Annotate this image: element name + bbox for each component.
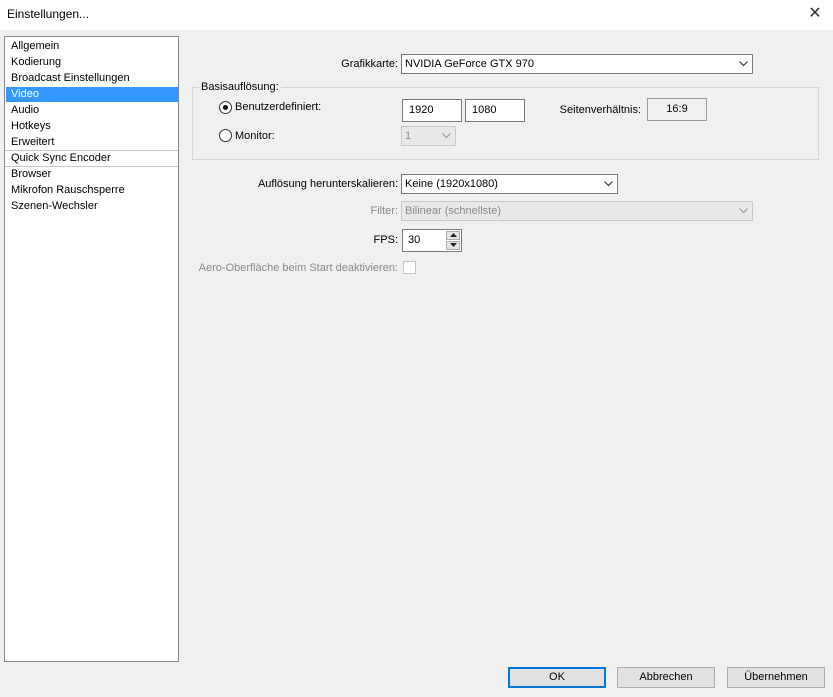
filter-dropdown[interactable]: Bilinear (schnellste) xyxy=(401,201,753,221)
downscale-label: Auflösung herunterskalieren: xyxy=(257,178,398,190)
fps-decrement-button[interactable] xyxy=(446,241,460,250)
cancel-button[interactable]: Abbrechen xyxy=(617,667,715,688)
monitor-value: 1 xyxy=(405,130,412,142)
fps-value: 30 xyxy=(408,234,421,246)
monitor-radio[interactable] xyxy=(219,129,232,142)
sidebar-item-hotkeys[interactable]: Hotkeys xyxy=(6,119,178,134)
base-resolution-group xyxy=(192,87,819,160)
sidebar-item-szenen-wechsler[interactable]: Szenen-Wechsler xyxy=(6,199,178,214)
custom-resolution-label: Benutzerdefiniert: xyxy=(235,101,322,113)
gpu-value: NVIDIA GeForce GTX 970 xyxy=(405,58,534,70)
sidebar-item-quick-sync[interactable]: Quick Sync Encoder xyxy=(6,151,178,166)
base-height-input[interactable]: 1080 xyxy=(465,99,525,122)
chevron-down-icon xyxy=(739,55,748,73)
radio-dot xyxy=(223,105,228,110)
sidebar-item-erweitert[interactable]: Erweitert xyxy=(6,135,178,150)
ok-button[interactable]: OK xyxy=(508,667,606,688)
title-bar: Einstellungen... ✕ xyxy=(0,0,833,30)
aero-disable-label: Aero-Oberfläche beim Start deaktivieren: xyxy=(198,262,398,274)
aspect-ratio-label: Seitenverhältnis: xyxy=(559,104,641,116)
sidebar-item-broadcast[interactable]: Broadcast Einstellungen xyxy=(6,71,178,86)
filter-value: Bilinear (schnellste) xyxy=(405,205,501,217)
custom-resolution-radio[interactable] xyxy=(219,101,232,114)
sidebar-item-video[interactable]: Video xyxy=(6,87,178,102)
base-resolution-title: Basisauflösung: xyxy=(199,81,281,93)
fps-increment-button[interactable] xyxy=(446,231,460,240)
fps-label: FPS: xyxy=(373,234,398,246)
window-title: Einstellungen... xyxy=(7,7,90,21)
fps-spinbox[interactable]: 30 xyxy=(402,229,462,252)
gpu-label: Grafikkarte: xyxy=(341,58,398,70)
filter-label: Filter: xyxy=(370,205,399,217)
chevron-down-icon xyxy=(442,127,451,145)
base-width-input[interactable]: 1920 xyxy=(402,99,462,122)
sidebar-item-audio[interactable]: Audio xyxy=(6,103,178,118)
sidebar-item-allgemein[interactable]: Allgemein xyxy=(6,39,178,54)
downscale-value: Keine (1920x1080) xyxy=(405,178,498,190)
chevron-down-icon xyxy=(449,243,457,247)
sidebar-item-browser[interactable]: Browser xyxy=(6,167,178,182)
chevron-down-icon xyxy=(739,202,748,220)
aero-disable-checkbox[interactable] xyxy=(403,261,416,274)
monitor-label: Monitor: xyxy=(235,130,275,142)
chevron-down-icon xyxy=(604,175,613,193)
sidebar-item-mikrofon[interactable]: Mikrofon Rauschsperre xyxy=(6,183,178,198)
settings-category-list[interactable]: Allgemein Kodierung Broadcast Einstellun… xyxy=(4,36,179,662)
apply-button[interactable]: Übernehmen xyxy=(727,667,825,688)
chevron-up-icon xyxy=(449,233,457,237)
monitor-dropdown[interactable]: 1 xyxy=(401,126,456,146)
sidebar-item-kodierung[interactable]: Kodierung xyxy=(6,55,178,70)
close-icon[interactable]: ✕ xyxy=(801,3,829,25)
downscale-dropdown[interactable]: Keine (1920x1080) xyxy=(401,174,618,194)
aspect-ratio-value: 16:9 xyxy=(647,98,707,121)
gpu-dropdown[interactable]: NVIDIA GeForce GTX 970 xyxy=(401,54,753,74)
